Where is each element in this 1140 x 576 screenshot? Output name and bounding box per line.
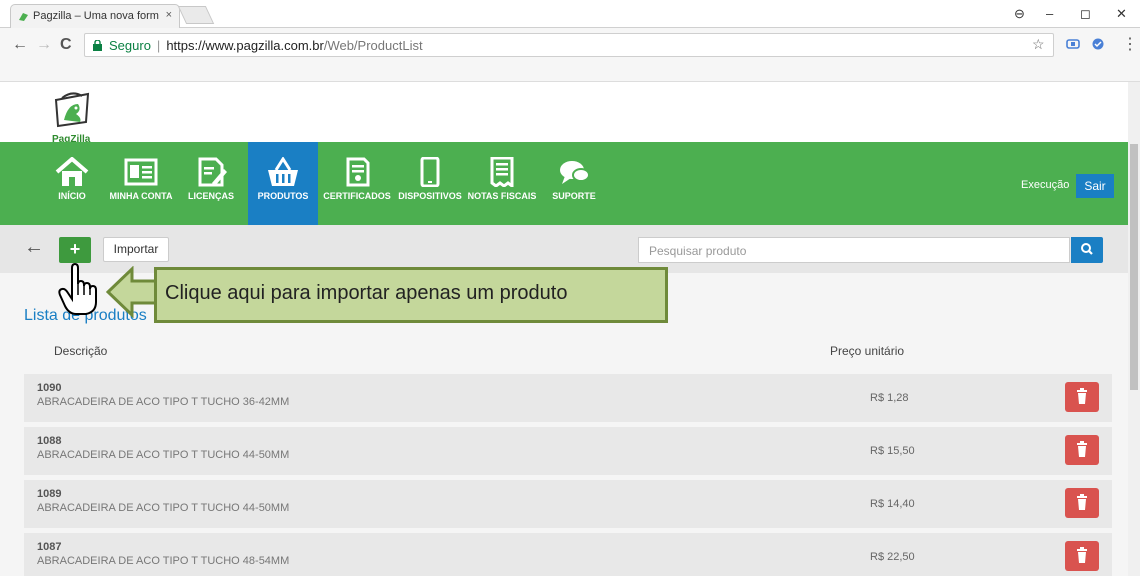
nav-item-licencas[interactable]: LICENÇAS: [185, 142, 237, 225]
add-product-button[interactable]: +: [59, 237, 91, 263]
nav-label: INÍCIO: [58, 191, 86, 201]
trash-icon: [1077, 388, 1087, 404]
pagzilla-logo-icon[interactable]: [52, 90, 92, 138]
extension-check-icon[interactable]: [1092, 38, 1104, 50]
product-description: ABRACADEIRA DE ACO TIPO T TUCHO 36-42MM: [37, 396, 290, 408]
product-description: ABRACADEIRA DE ACO TIPO T TUCHO 44-50MM: [37, 502, 290, 514]
page-scrollbar[interactable]: [1128, 82, 1140, 576]
logout-button[interactable]: Sair: [1076, 174, 1114, 198]
search-button[interactable]: [1071, 237, 1103, 263]
browser-forward-icon[interactable]: →: [36, 36, 52, 54]
bookmark-star-icon[interactable]: ☆: [1032, 36, 1045, 53]
table-row[interactable]: 1090 ABRACADEIRA DE ACO TIPO T TUCHO 36-…: [24, 374, 1112, 422]
product-code: 1090: [37, 382, 62, 394]
column-header-price: Preço unitário: [830, 344, 905, 358]
browser-tab[interactable]: Pagzilla – Uma nova form ×: [10, 4, 180, 28]
nav-label: PRODUTOS: [257, 191, 309, 201]
window-close-icon[interactable]: ✕: [1116, 6, 1127, 22]
site-header: PagZilla: [0, 82, 1128, 145]
tutorial-callout: Clique aqui para importar apenas um prod…: [154, 267, 668, 323]
tab-close-icon[interactable]: ×: [166, 9, 172, 21]
import-button[interactable]: Importar: [103, 237, 169, 262]
minimize-icon[interactable]: –: [1046, 6, 1053, 21]
page: Pagzilla – Uma nova form × ⊖ – ◻ ✕ ← → C…: [0, 0, 1140, 576]
extension-icon[interactable]: [1066, 38, 1080, 50]
secure-label: Seguro: [109, 38, 151, 53]
product-price: R$ 1,28: [870, 392, 909, 404]
nav-label: NOTAS FISCAIS: [467, 191, 537, 201]
mobile-device-icon: [420, 157, 440, 187]
maximize-icon[interactable]: ◻: [1080, 6, 1091, 22]
nav-item-produtos[interactable]: PRODUTOS: [248, 142, 318, 225]
nav-label: DISPOSITIVOS: [398, 191, 462, 201]
delete-product-button[interactable]: [1065, 488, 1099, 518]
browser-menu-icon[interactable]: ⋮: [1122, 34, 1138, 54]
table-row[interactable]: 1087 ABRACADEIRA DE ACO TIPO T TUCHO 48-…: [24, 533, 1112, 576]
pagzilla-favicon-icon: [19, 13, 28, 21]
receipt-icon: [490, 157, 514, 187]
nav-item-notas-fiscais[interactable]: NOTAS FISCAIS: [466, 142, 538, 225]
certificate-icon: [346, 157, 370, 187]
delete-product-button[interactable]: [1065, 541, 1099, 571]
lock-icon: [93, 40, 102, 51]
browser-toolbar: ← → C Seguro | https://www.pagzilla.com.br…: [0, 28, 1140, 82]
home-icon: [55, 157, 89, 186]
edit-document-icon: [198, 157, 227, 187]
nav-label: LICENÇAS: [187, 191, 234, 201]
nav-item-dispositivos[interactable]: DISPOSITIVOS: [396, 142, 464, 225]
chat-bubbles-icon: [560, 161, 590, 184]
browser-tab-title: Pagzilla – Uma nova form: [33, 10, 159, 22]
table-row[interactable]: 1089 ABRACADEIRA DE ACO TIPO T TUCHO 44-…: [24, 480, 1112, 528]
back-arrow-icon[interactable]: ←: [24, 237, 44, 257]
id-card-icon: [124, 158, 158, 186]
trash-icon: [1077, 494, 1087, 510]
pointer-hand-icon: [58, 262, 97, 315]
trash-icon: [1077, 547, 1087, 563]
url-path: /Web/ProductList: [323, 38, 423, 53]
execution-label: Execução: [1021, 179, 1070, 191]
reload-icon[interactable]: C: [60, 36, 72, 54]
address-bar[interactable]: Seguro | https://www.pagzilla.com.br/Web/P…: [84, 33, 1054, 57]
url-separator: |: [156, 38, 161, 53]
nav-label: CERTIFICADOS: [323, 191, 391, 201]
main-nav: INÍCIO MINHA CONTA LICENÇAS PRODUTOS CER…: [0, 142, 1128, 225]
scrollbar-thumb[interactable]: [1130, 144, 1138, 390]
search-icon: [1081, 243, 1093, 255]
url-host: https://www.pagzilla.com.br: [166, 38, 324, 53]
trash-icon: [1077, 441, 1087, 457]
nav-item-minha-conta[interactable]: MINHA CONTA: [108, 142, 174, 225]
browser-back-icon[interactable]: ←: [12, 36, 28, 54]
product-price: R$ 14,40: [870, 498, 915, 510]
new-tab-button[interactable]: [177, 6, 215, 24]
product-code: 1088: [37, 435, 62, 447]
product-code: 1089: [37, 488, 62, 500]
nav-label: MINHA CONTA: [109, 191, 173, 201]
shopping-basket-icon: [268, 157, 298, 186]
product-toolbar: ← + Importar Pesquisar produto: [0, 225, 1128, 273]
product-code: 1087: [37, 541, 62, 553]
profile-icon[interactable]: ⊖: [1014, 6, 1025, 22]
nav-item-certificados[interactable]: CERTIFICADOS: [320, 142, 394, 225]
nav-label: SUPORTE: [552, 191, 596, 201]
table-row[interactable]: 1088 ABRACADEIRA DE ACO TIPO T TUCHO 44-…: [24, 427, 1112, 475]
product-description: ABRACADEIRA DE ACO TIPO T TUCHO 44-50MM: [37, 449, 290, 461]
nav-item-suporte[interactable]: SUPORTE: [548, 142, 600, 225]
product-price: R$ 22,50: [870, 551, 915, 563]
delete-product-button[interactable]: [1065, 435, 1099, 465]
column-header-description: Descrição: [54, 344, 108, 358]
nav-item-inicio[interactable]: INÍCIO: [52, 142, 92, 225]
delete-product-button[interactable]: [1065, 382, 1099, 412]
search-product-input[interactable]: Pesquisar produto: [638, 237, 1070, 263]
browser-tab-bar: Pagzilla – Uma nova form × ⊖ – ◻ ✕: [0, 0, 1140, 28]
product-price: R$ 15,50: [870, 445, 915, 457]
product-description: ABRACADEIRA DE ACO TIPO T TUCHO 48-54MM: [37, 555, 290, 567]
